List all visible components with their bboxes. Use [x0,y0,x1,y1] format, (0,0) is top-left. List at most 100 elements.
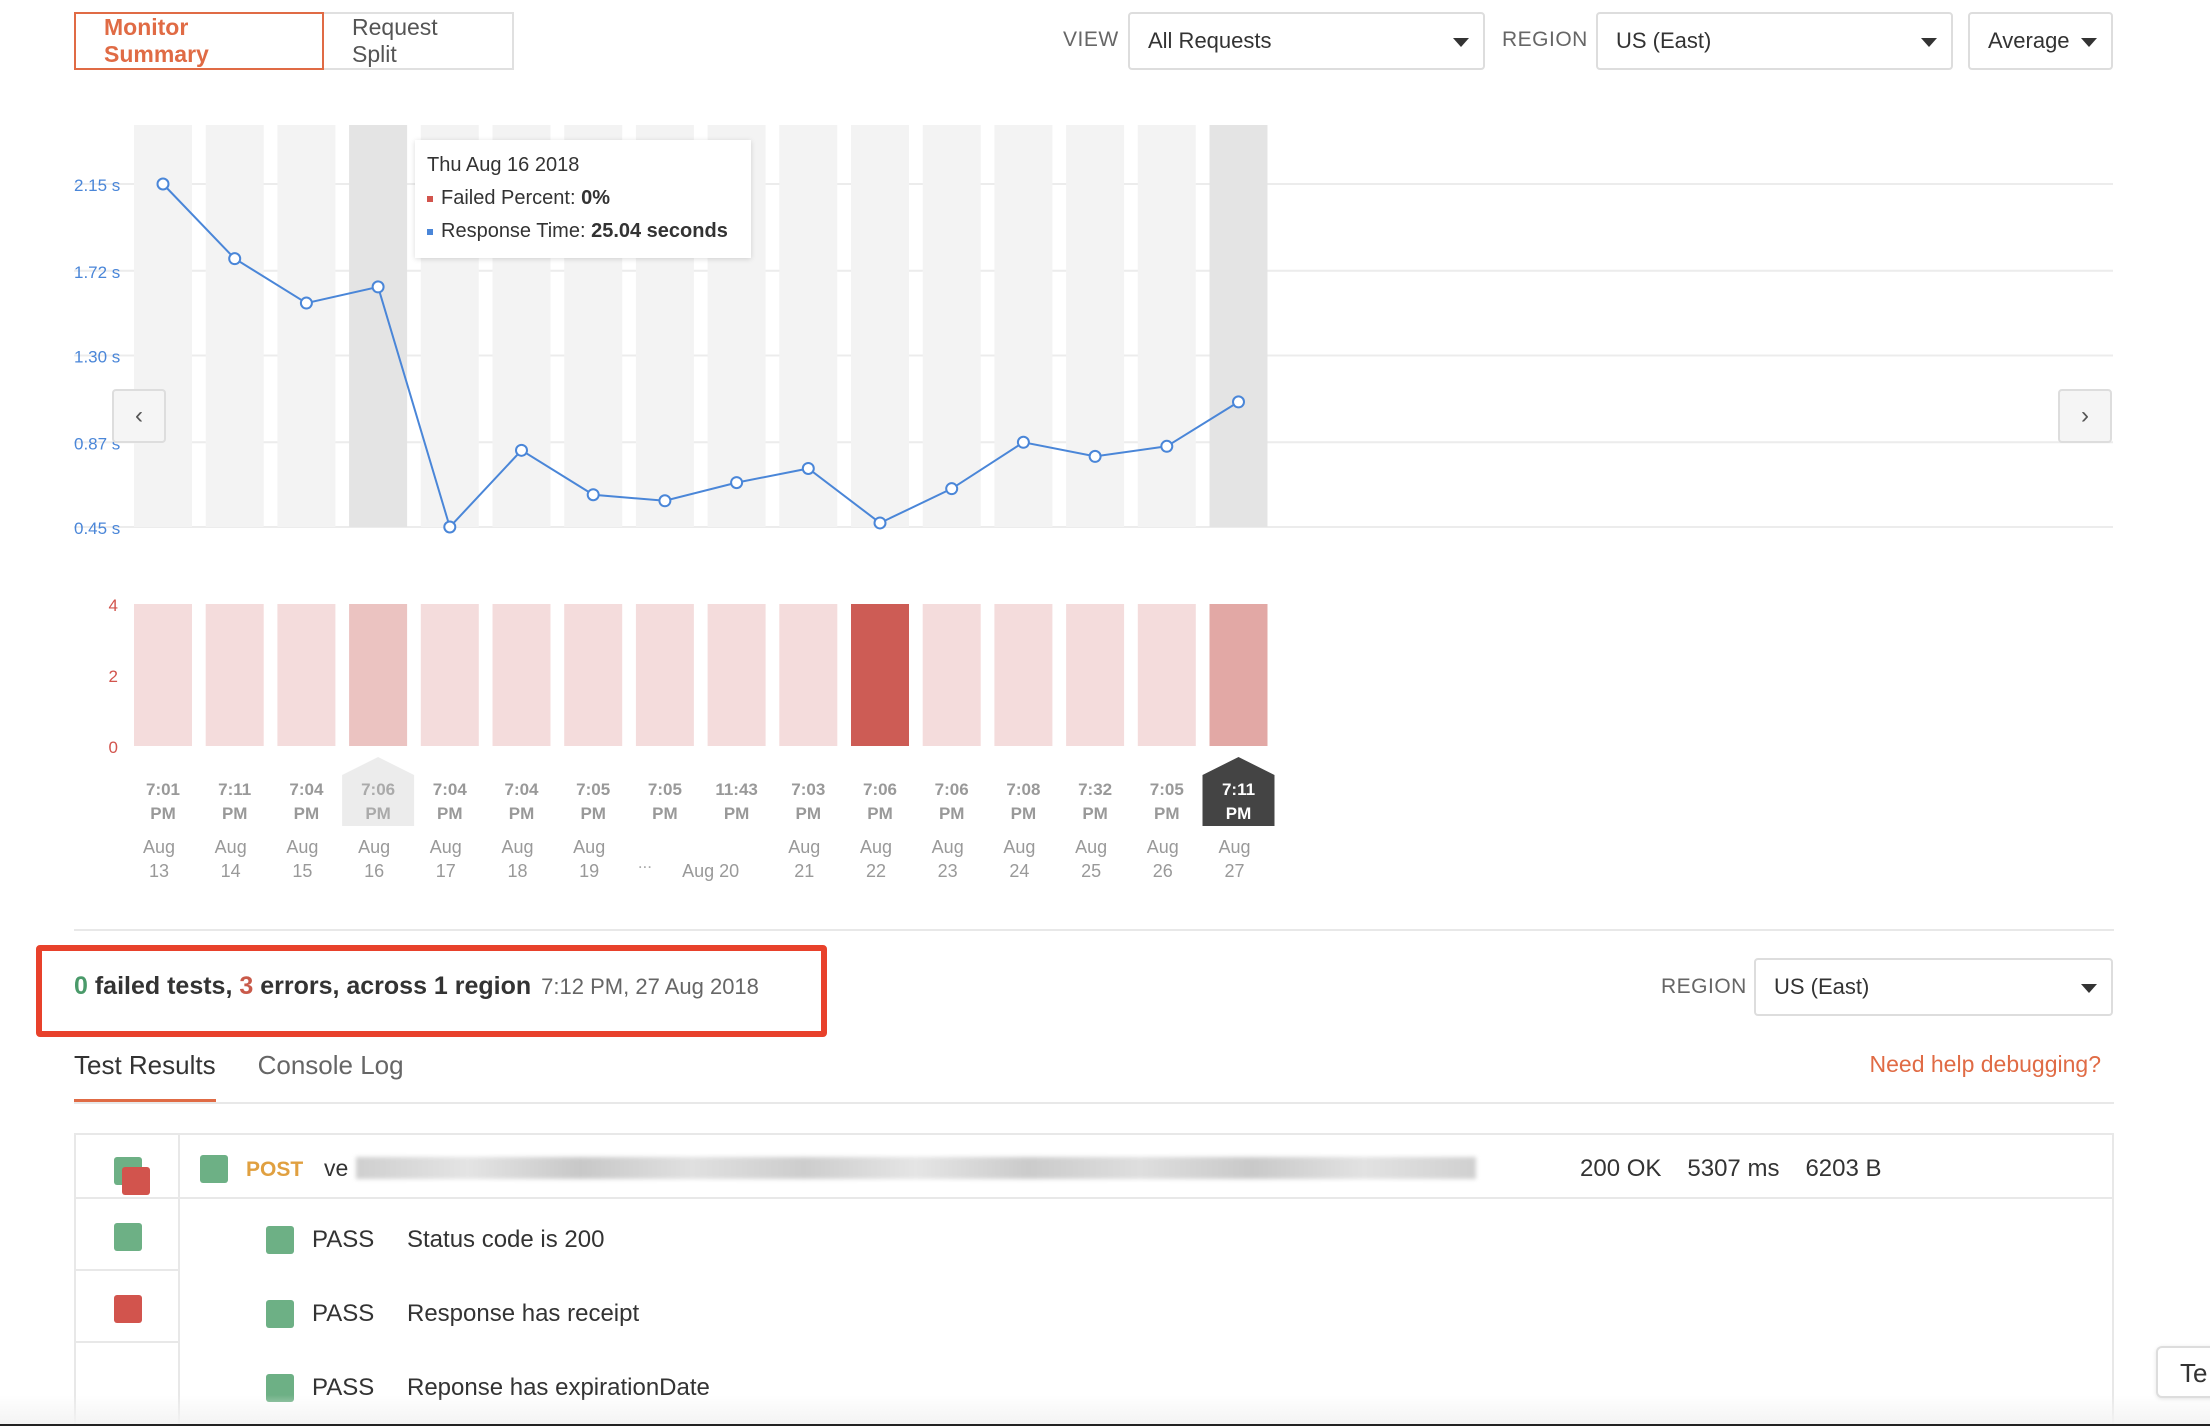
x-ampm-label: PM [939,804,965,823]
chevron-right-icon: › [2081,402,2089,429]
gutter-cell [76,1271,178,1343]
response-time-point [586,488,600,502]
failure-bar [1137,604,1196,746]
x-ampm-label: PM [796,804,822,823]
side-panel-tab[interactable]: Te [2156,1346,2210,1398]
x-ampm-label: PM [365,804,391,823]
x-time-label: 7:04 [504,780,539,799]
tab-test-results[interactable]: Test Results [74,1050,216,1103]
run-timestamp: 7:12 PM, 27 Aug 2018 [541,974,759,999]
response-time: 5307 ms [1687,1155,1780,1182]
x-time-label: 7:32 [1078,780,1112,799]
x-day-label: 17 [436,861,456,881]
x-time-label: 7:11 [1222,780,1255,799]
x-time-label: 7:06 [863,780,897,799]
response-time-point [873,516,887,530]
column-band [1137,125,1196,527]
x-day-label: 14 [221,861,241,881]
results-tabs: Test Results Console Log [74,1050,446,1103]
bar-y-tick-label: 0 [109,738,118,757]
response-time-point [515,443,528,457]
x-date-label: Aug 20 [682,861,739,881]
response-time-point [945,482,959,496]
pass-status-icon [114,1223,142,1251]
tooltip-date: Thu Aug 16 2018 [427,154,580,176]
gutter-cell [76,1135,178,1199]
chevron-left-icon: ‹ [135,402,143,429]
column-band [205,125,264,527]
response-time-point [156,177,170,191]
x-time-label: 11:43 [715,780,758,799]
x-ampm-label: PM [1154,804,1180,823]
x-day-label: 13 [149,861,169,881]
test-name: Response has receipt [407,1300,640,1327]
x-day-label: 27 [1224,861,1244,881]
chevron-down-icon [2081,984,2097,993]
tooltip-response-label: Response Time: [441,220,586,242]
x-time-label: 7:05 [576,780,610,799]
x-ampm-label: PM [509,804,535,823]
errors-text: errors, across 1 region [253,972,532,1000]
x-month-label: Aug [215,837,247,857]
tab-console-log[interactable]: Console Log [258,1050,404,1103]
failed-dot-icon [427,195,433,202]
failure-bar [994,604,1053,746]
results-region-select[interactable]: US (East) [1754,958,2113,1016]
failure-bar [635,604,694,746]
x-ampm-label: PM [150,804,176,823]
response-time-point [299,296,313,310]
response-time-point [1160,439,1174,453]
x-month-label: Aug [860,837,892,857]
x-ampm-label: PM [867,804,893,823]
column-band [922,125,981,527]
x-month-label: Aug [1003,837,1035,857]
x-month-label: Aug [501,837,533,857]
x-ampm-label: PM [1011,804,1037,823]
x-ampm-label: PM [724,804,750,823]
errors-count: 3 [239,972,254,1000]
x-time-label: 7:04 [289,780,324,799]
x-day-label: 16 [364,861,384,881]
response-time-point [228,252,242,266]
chart-next-button[interactable]: › [2058,389,2112,443]
request-meta: 200 OK 5307 ms 6203 B [1580,1155,1908,1183]
failure-bar [564,604,623,746]
column-band [277,125,336,527]
x-time-label: 7:04 [433,780,468,799]
x-month-label: Aug [1147,837,1179,857]
help-debugging-link[interactable]: Need help debugging? [1870,1051,2101,1078]
response-time-point [1232,395,1245,409]
pass-status-icon [266,1300,294,1328]
monitor-chart: 2.15 s1.72 s1.30 s0.87 s0.45 s4207:01PMA… [74,125,2113,881]
results-region-label: REGION [1661,975,1747,998]
failure-bar [277,604,336,746]
chart-prev-button[interactable]: ‹ [112,389,166,443]
response-time-point [1088,449,1102,463]
x-ampm-label: PM [580,804,606,823]
response-dot-icon [427,228,433,235]
x-month-label: Aug [1075,837,1107,857]
pass-status-icon [266,1226,294,1254]
x-time-label: 7:03 [791,780,825,799]
pass-status-icon [200,1155,228,1183]
failed-count: 0 [74,972,88,1000]
run-summary: 0 failed tests, 3 errors, across 1 regio… [74,972,759,1001]
test-results-table: POST ve 200 OK 5307 ms 6203 B PASS Status … [74,1133,2114,1426]
x-month-label: Aug [143,837,175,857]
failure-bar [851,604,909,746]
x-ampm-label: PM [437,804,463,823]
tooltip-failed-value: 0% [581,187,610,209]
status-gutter [76,1135,180,1426]
request-row[interactable]: POST ve 200 OK 5307 ms 6203 B [180,1135,2114,1199]
bar-y-tick-label: 2 [109,667,118,686]
x-time-label: 7:06 [935,780,969,799]
request-url: ve [324,1155,349,1181]
x-day-label: 23 [938,861,958,881]
tooltip-response-value: 25.04 seconds [591,220,728,242]
y-tick-label: 0.45 s [74,519,120,538]
x-month-label: Aug [573,837,605,857]
divider [74,1102,2114,1104]
failure-bar [1066,604,1125,746]
x-month-label: Aug [286,837,318,857]
tooltip-failed-label: Failed Percent: [441,187,576,209]
